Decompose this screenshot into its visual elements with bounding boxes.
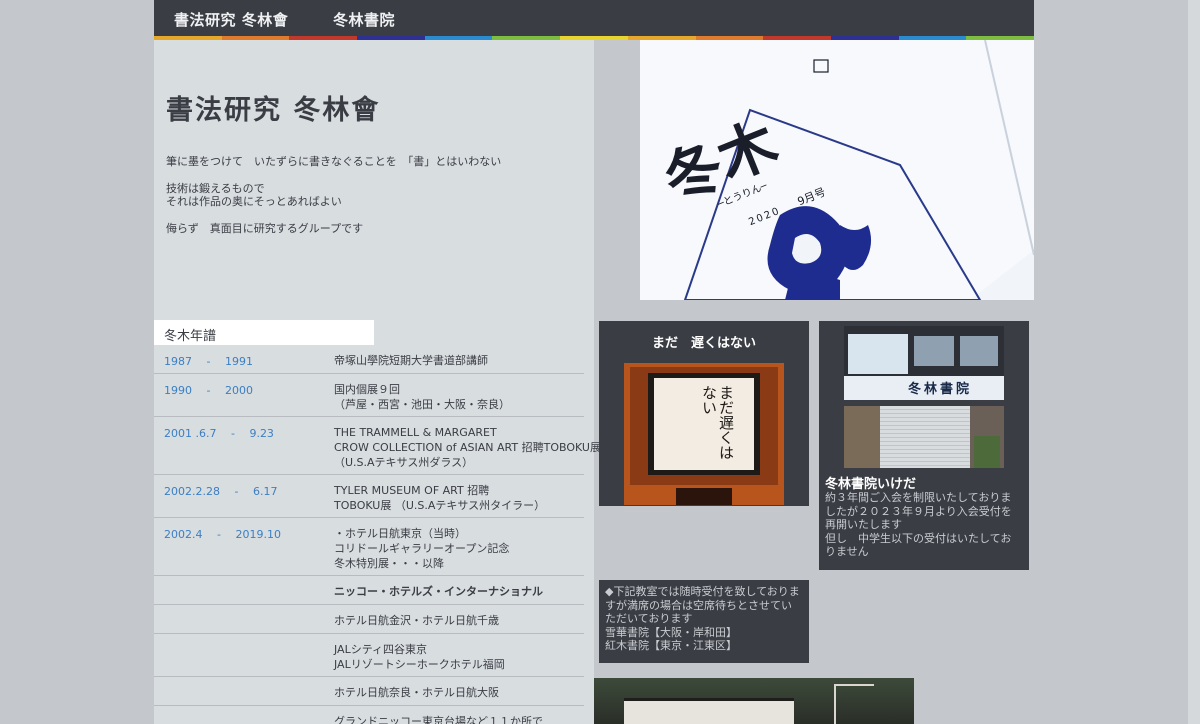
card-torin-shoin-ikeda[interactable]: 冬林書院 冬林書院いけだ 約３年間ご入会を制限いたしておりま したが２０２３年９… [819, 321, 1029, 570]
chronology-list: 1987 - 1991 帝塚山學院短期大学書道部講師 1990 - 2000 国内個展… [154, 345, 601, 724]
chronology-line: 冬木特別展・・・以降 [334, 557, 444, 570]
chronology-description: TYLER MUSEUM OF ART 招聘 TOBOKU展 （U.S.Aテキサス… [334, 483, 545, 513]
chronology-line: 国内個展９回 [334, 383, 400, 396]
chronology-row: 2002.2.28 - 6.17 TYLER MUSEUM OF ART 招聘 TO… [154, 475, 584, 518]
card-line: したが２０２３年９月より入会受付を [825, 504, 1012, 518]
intro-line-3: それは作品の奥にそっとあればよい [166, 195, 342, 208]
chronology-line: （U.S.Aテキサス州ダラス） [334, 456, 474, 469]
chronology-line: ニッコー・ホテルズ・インターナショナル [334, 585, 543, 598]
card-line: 雪華書院【大阪・岸和田】 [605, 625, 737, 639]
chronology-date: 2002.4 - 2019.10 [164, 528, 281, 541]
chronology-line: JALリゾートシーホークホテル福岡 [334, 658, 505, 671]
intro-line-1: 筆に墨をつけて いたずらに書きなぐることを 「書」とはいわない [166, 155, 502, 168]
framed-calligraphy-image: まだ遅くはない [624, 363, 784, 505]
chronology-line: JALシティ四谷東京 [334, 643, 428, 656]
chronology-row: ホテル日航奈良・ホテル日航大阪 [154, 677, 584, 706]
chronology-date: 1990 - 2000 [164, 384, 253, 397]
chronology-line: ホテル日航奈良・ホテル日航大阪 [334, 686, 499, 699]
chronology-description: ニッコー・ホテルズ・インターナショナル [334, 584, 543, 599]
chronology-date: 2001 .6.7 - 9.23 [164, 427, 274, 440]
chronology-heading: 冬木年譜 [154, 320, 374, 345]
nav-link-torin-shoin[interactable]: 冬林書院 [333, 9, 395, 30]
school-building-image: 冬林書院 [844, 326, 1004, 468]
chronology-line: TYLER MUSEUM OF ART 招聘 [334, 484, 490, 497]
card-line: りません [825, 545, 869, 558]
card-line: 紅木書院【東京・江東区】 [605, 639, 737, 652]
magazine-cover-image: 冬木 ─とうりん─ 2020 9月号 [640, 40, 1034, 300]
magazine-cover-graphic: 冬木 ─とうりん─ 2020 9月号 [640, 40, 1034, 300]
card-body: ◆下記教室では随時受付を致しておりま すが満席の場合は空席待ちとさせてい ただい… [605, 585, 807, 653]
chronology-line: （芦屋・西宮・池田・大阪・奈良） [334, 398, 510, 411]
chronology-line: コリドールギャラリーオープン記念 [334, 542, 510, 555]
top-nav: 書法研究 冬林會 冬林書院 [154, 0, 1034, 36]
school-sign-text: 冬林書院 [908, 382, 973, 397]
card-mada-osokuwanai[interactable]: まだ 遅くはない まだ遅くはない [599, 321, 809, 506]
chronology-row: グランドニッコー東京台場など１１か所で [154, 706, 584, 724]
card-line: 約３年間ご入会を制限いたしておりま [825, 491, 1012, 504]
chronology-description: JALシティ四谷東京 JALリゾートシーホークホテル福岡 [334, 642, 505, 672]
chronology-line: TOBOKU展 （U.S.Aテキサス州タイラー） [334, 499, 546, 512]
chronology-row: JALシティ四谷東京 JALリゾートシーホークホテル福岡 [154, 634, 584, 677]
card-body: 約３年間ご入会を制限いたしておりま したが２０２３年９月より入会受付を 再開いた… [825, 491, 1025, 559]
chronology-row: 1987 - 1991 帝塚山學院短期大学書道部講師 [154, 345, 584, 374]
chronology-line: THE TRAMMELL & MARGARET [334, 426, 497, 439]
artwork-text: まだ遅くはない [700, 385, 735, 460]
chronology-line: ホテル日航金沢・ホテル日航千歳 [334, 614, 499, 627]
chronology-description: ・ホテル日航東京（当時） コリドールギャラリーオープン記念 冬木特別展・・・以降 [334, 526, 509, 571]
chronology-description: 帝塚山學院短期大学書道部講師 [334, 353, 488, 368]
card-line: ◆下記教室では随時受付を致しておりま [605, 585, 800, 598]
gallery-photo [594, 678, 914, 724]
chronology-row: 1990 - 2000 国内個展９回 （芦屋・西宮・池田・大阪・奈良） [154, 374, 584, 417]
chronology-description: THE TRAMMELL & MARGARET CROW COLLECTION o… [334, 425, 601, 470]
chronology-row: ニッコー・ホテルズ・インターナショナル [154, 576, 584, 605]
intro-panel: 書法研究 冬林會 筆に墨をつけて いたずらに書きなぐることを 「書」とはいわない… [154, 40, 601, 724]
card-title: 冬林書院いけだ [825, 477, 917, 492]
chronology-description: ホテル日航奈良・ホテル日航大阪 [334, 685, 499, 700]
page: 書法研究 冬林會 冬林書院 書法研究 冬林會 筆に墨をつけて いたずらに書きなぐ… [154, 0, 1034, 724]
card-line: 但し 中学生以下の受付はいたしてお [825, 531, 1012, 545]
page-title: 書法研究 冬林會 [166, 95, 381, 126]
chronology-row: 2001 .6.7 - 9.23 THE TRAMMELL & MARGARET C… [154, 417, 601, 475]
card-line: 再開いたします [825, 518, 902, 531]
card-open-enrollment-notice[interactable]: ◆下記教室では随時受付を致しておりま すが満席の場合は空席待ちとさせてい ただい… [599, 580, 809, 663]
intro-line-4: 侮らず 真面目に研究するグループです [166, 222, 364, 235]
chronology-line: 帝塚山學院短期大学書道部講師 [334, 354, 488, 367]
chronology-row: ホテル日航金沢・ホテル日航千歳 [154, 605, 584, 634]
chronology-description: 国内個展９回 （芦屋・西宮・池田・大阪・奈良） [334, 382, 510, 412]
chronology-line: CROW COLLECTION of ASIAN ART 招聘TOBOKU展 [334, 441, 601, 454]
chronology-description: グランドニッコー東京台場など１１か所で [334, 714, 543, 724]
chronology-line: グランドニッコー東京台場など１１か所で [334, 715, 543, 724]
chronology-line: ・ホテル日航東京（当時） [334, 527, 466, 540]
nav-link-torinkai[interactable]: 書法研究 冬林會 [174, 9, 288, 30]
page-scrollbar[interactable] [1188, 0, 1200, 724]
chronology-date: 2002.2.28 - 6.17 [164, 485, 278, 498]
chronology-date: 1987 - 1991 [164, 355, 253, 368]
chronology-row: 2002.4 - 2019.10 ・ホテル日航東京（当時） コリドールギャラリーオー… [154, 518, 584, 576]
card-line: すが満席の場合は空席待ちとさせてい [605, 598, 792, 612]
card-title: まだ 遅くはない [651, 336, 756, 351]
card-line: ただいております [605, 612, 693, 625]
intro-line-2: 技術は鍛えるもので [166, 182, 265, 195]
chronology-description: ホテル日航金沢・ホテル日航千歳 [334, 613, 499, 628]
